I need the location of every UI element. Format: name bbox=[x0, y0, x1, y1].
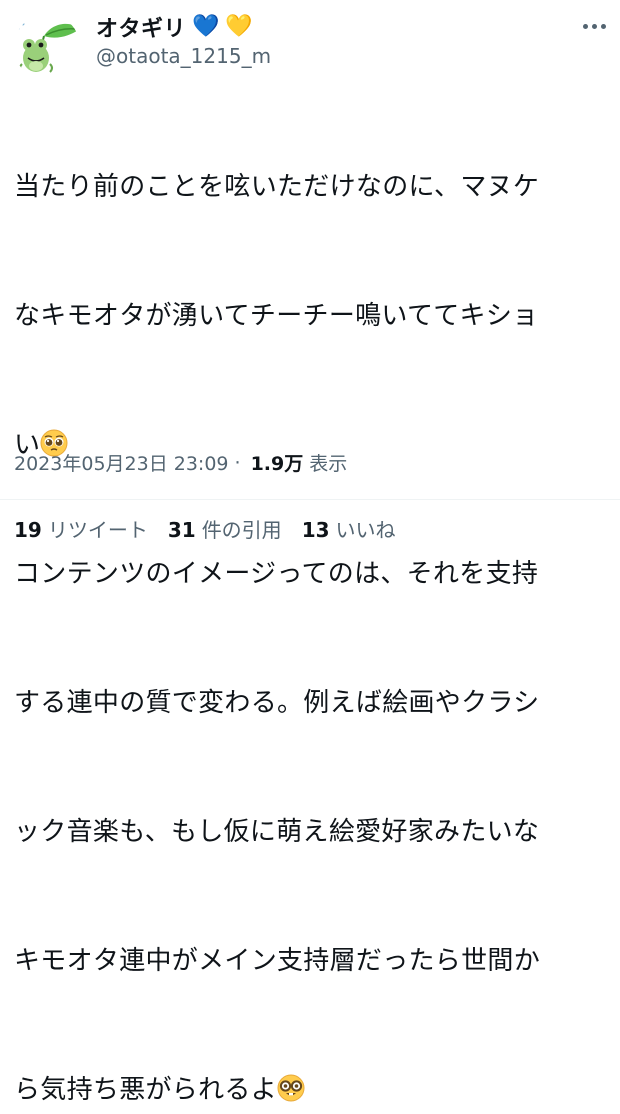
tweet-stats: 19 リツイート 31 件の引用 13 いいね bbox=[14, 514, 396, 543]
likes-label: いいね bbox=[335, 518, 396, 542]
quotes-stat[interactable]: 31 件の引用 bbox=[168, 514, 282, 543]
retweets-count: 19 bbox=[14, 518, 42, 542]
frog-with-leaf-icon bbox=[16, 22, 78, 73]
tweet-line-text: ら気持ち悪がられるよ bbox=[14, 1075, 278, 1105]
retweets-label: リツイート bbox=[47, 518, 148, 542]
nerd-face-emoji bbox=[277, 1074, 305, 1102]
more-options-button[interactable] bbox=[583, 24, 606, 29]
quotes-label: 件の引用 bbox=[201, 518, 282, 542]
more-dot-icon bbox=[592, 24, 597, 29]
tweet-line: キモオタ連中がメイン支持層だったら世間か bbox=[14, 946, 541, 976]
quotes-count: 31 bbox=[167, 518, 196, 542]
meta-separator: · bbox=[234, 451, 241, 474]
author-display-name[interactable]: オタギリ bbox=[96, 11, 186, 43]
author-name-row[interactable]: オタギリ 💙 💛 bbox=[96, 10, 253, 44]
author-handle[interactable]: @otaota_1215_m bbox=[96, 44, 271, 68]
blue-heart-icon: 💙 bbox=[192, 14, 220, 39]
tweet-line: コンテンツのイメージってのは、それを支持 bbox=[14, 559, 539, 589]
tweet-line: する連中の質で変わる。例えば絵画やクラシ bbox=[14, 688, 540, 718]
likes-stat[interactable]: 13 いいね bbox=[302, 514, 396, 543]
likes-count: 13 bbox=[301, 518, 330, 542]
tweet-line: なキモオタが湧いてチーチー鳴いててキショ bbox=[14, 301, 539, 331]
avatar[interactable] bbox=[14, 14, 80, 80]
views-label: 表示 bbox=[309, 453, 348, 475]
tweet-line: ック音楽も、もし仮に萌え絵愛好家みたいな bbox=[14, 817, 540, 847]
divider bbox=[0, 499, 620, 500]
tweet-timestamp[interactable]: 2023年05月23日 23:09 bbox=[14, 449, 229, 476]
yellow-heart-icon: 💛 bbox=[225, 14, 253, 39]
tweet-line: ら気持ち悪がられるよ bbox=[14, 1069, 610, 1112]
retweets-stat[interactable]: 19 リツイート bbox=[14, 514, 148, 543]
tweet-line: 当たり前のことを呟いただけなのに、マヌケ bbox=[14, 172, 540, 202]
more-dot-icon bbox=[583, 24, 588, 29]
tweet-meta: 2023年05月23日 23:09 · 1.9万 表示 bbox=[14, 449, 347, 476]
more-dot-icon bbox=[601, 24, 606, 29]
tweet-text: 当たり前のことを呟いただけなのに、マヌケ なキモオタが湧いてチーチー鳴いててキシ… bbox=[14, 80, 610, 1114]
views-count: 1.9万 bbox=[250, 453, 304, 475]
